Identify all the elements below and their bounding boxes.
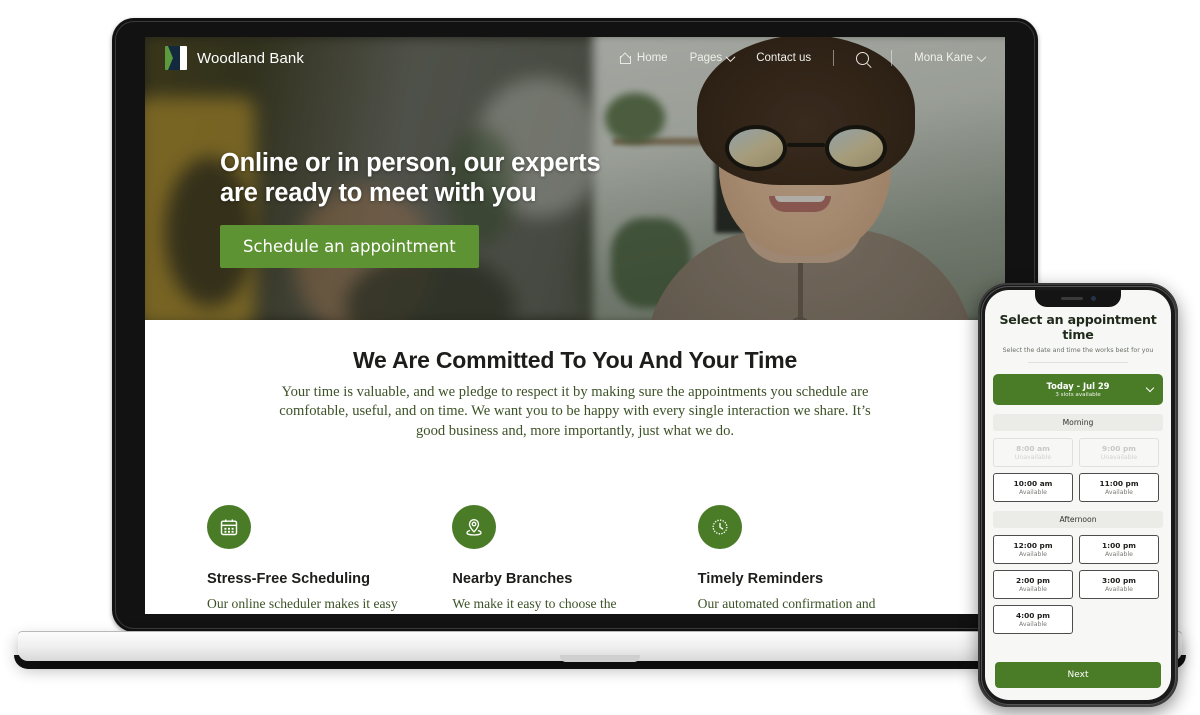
- date-selector[interactable]: Today - Jul 29 3 slots available: [993, 374, 1163, 405]
- slot-time: 3:00 pm: [1102, 576, 1136, 585]
- feature-title: Timely Reminders: [697, 571, 824, 587]
- nav-item-pages[interactable]: Pages: [689, 51, 736, 64]
- slot-time: 4:00 pm: [1016, 611, 1050, 620]
- commitment-body: Your time is valuable, and we pledge to …: [279, 384, 871, 439]
- feature-stress-free-scheduling: Stress-Free Scheduling Our online schedu…: [207, 505, 452, 614]
- time-slot[interactable]: 11:00 pm Available: [1079, 473, 1159, 502]
- site-header: Woodland Bank Home Pages Contact us Mona…: [145, 37, 1005, 79]
- clock-icon: [697, 505, 742, 549]
- slot-status: Available: [1018, 551, 1047, 558]
- hero-copy: Online or in person, our experts are rea…: [220, 149, 660, 269]
- screenshot-stage: Online or in person, our experts are rea…: [0, 0, 1200, 715]
- slot-status: Available: [1104, 586, 1133, 593]
- account-name: Mona Kane: [914, 52, 973, 64]
- brand-name: Woodland Bank: [197, 49, 304, 67]
- features-section: Stress-Free Scheduling Our online schedu…: [145, 505, 1005, 614]
- chevron-down-icon: [725, 51, 736, 62]
- slot-time: 12:00 pm: [1013, 541, 1053, 550]
- feature-title: Stress-Free Scheduling: [207, 571, 371, 587]
- feature-body: Our online scheduler makes it easy to ge…: [207, 596, 398, 614]
- calendar-icon: [207, 505, 251, 549]
- phone-divider: [1028, 362, 1128, 363]
- home-icon: [619, 53, 632, 64]
- time-slot[interactable]: 10:00 am Available: [993, 473, 1073, 502]
- map-pin-icon: [452, 505, 497, 549]
- search-icon[interactable]: [856, 51, 870, 65]
- nav-item-contact-us[interactable]: Contact us: [756, 52, 811, 64]
- hero-heading-line-1: Online or in person, our experts: [220, 149, 601, 177]
- main-navigation: Home Pages Contact us Mona Kane: [619, 50, 987, 66]
- commitment-section: We Are Committed To You And Your Time Yo…: [145, 320, 1005, 442]
- nav-item-home[interactable]: Home: [619, 52, 668, 64]
- time-slot[interactable]: 4:00 pm Available: [993, 605, 1073, 634]
- date-selector-label: Today - Jul 29: [1046, 381, 1110, 391]
- slot-time: 2:00 pm: [1016, 576, 1050, 585]
- slot-status: Available: [1104, 551, 1133, 558]
- section-label-morning: Morning: [993, 414, 1163, 431]
- slot-status: Unavailable: [1014, 454, 1052, 461]
- phone-title: Select an appointment time: [999, 312, 1157, 342]
- camera-icon: [1090, 296, 1096, 301]
- time-slot: 8:00 am Unavailable: [993, 438, 1073, 467]
- slot-time: 10:00 am: [1013, 479, 1053, 488]
- slot-time: 1:00 pm: [1102, 541, 1136, 550]
- feature-timely-reminders: Timely Reminders Our automated confirmat…: [697, 505, 943, 614]
- time-slot[interactable]: 2:00 pm Available: [993, 570, 1073, 599]
- slot-time: 11:00 pm: [1099, 479, 1139, 488]
- commitment-title: We Are Committed To You And Your Time: [352, 347, 798, 373]
- nav-divider: [833, 50, 835, 66]
- feature-body: We make it easy to choose the location t…: [452, 596, 617, 614]
- hero-heading: Online or in person, our experts are rea…: [220, 149, 660, 208]
- woodland-bank-logo-icon: [165, 46, 187, 70]
- nav-label-pages: Pages: [689, 52, 723, 64]
- laptop-base-notch: [560, 655, 640, 662]
- slot-status: Available: [1018, 621, 1047, 628]
- phone-device: Select an appointment time Select the da…: [978, 283, 1178, 707]
- laptop-device: Online or in person, our experts are rea…: [112, 18, 1038, 632]
- hero-section: Online or in person, our experts are rea…: [145, 37, 1005, 320]
- schedule-appointment-button[interactable]: Schedule an appointment: [220, 225, 479, 269]
- slot-status: Available: [1104, 489, 1133, 496]
- phone-subtitle: Select the date and time the works best …: [1002, 347, 1154, 354]
- slot-status: Unavailable: [1100, 454, 1138, 461]
- time-slot[interactable]: 3:00 pm Available: [1079, 570, 1159, 599]
- nav-label-home: Home: [636, 52, 668, 64]
- speaker-icon: [1060, 297, 1083, 300]
- slot-time: 8:00 am: [1016, 444, 1050, 453]
- section-label-afternoon: Afternoon: [993, 511, 1163, 528]
- chevron-down-icon: [976, 51, 987, 62]
- slot-status: Available: [1018, 489, 1047, 496]
- time-slot[interactable]: 12:00 pm Available: [993, 535, 1073, 564]
- time-slot[interactable]: 1:00 pm Available: [1079, 535, 1159, 564]
- phone-notch: [1035, 290, 1121, 307]
- hero-heading-line-2: are ready to meet with you: [220, 178, 537, 207]
- slot-group-afternoon: 12:00 pm Available 1:00 pm Available 2:0…: [993, 535, 1163, 634]
- feature-nearby-branches: Nearby Branches We make it easy to choos…: [452, 505, 697, 614]
- feature-title: Nearby Branches: [452, 571, 573, 587]
- account-menu[interactable]: Mona Kane: [914, 51, 987, 64]
- nav-label-contact-us: Contact us: [756, 52, 812, 64]
- brand[interactable]: Woodland Bank: [165, 46, 304, 70]
- date-selector-sub: 3 slots available: [1055, 392, 1101, 398]
- slot-time: 9:00 pm: [1102, 444, 1136, 453]
- phone-screen: Select an appointment time Select the da…: [985, 290, 1171, 700]
- slot-group-morning: 8:00 am Unavailable 9:00 pm Unavailable …: [993, 438, 1163, 502]
- slot-status: Available: [1018, 586, 1047, 593]
- nav-divider: [891, 50, 893, 66]
- laptop-screen: Online or in person, our experts are rea…: [145, 37, 1005, 614]
- time-slot: 9:00 pm Unavailable: [1079, 438, 1159, 467]
- next-button[interactable]: Next: [995, 662, 1161, 688]
- feature-body: Our automated confirmation and reminder …: [697, 596, 876, 614]
